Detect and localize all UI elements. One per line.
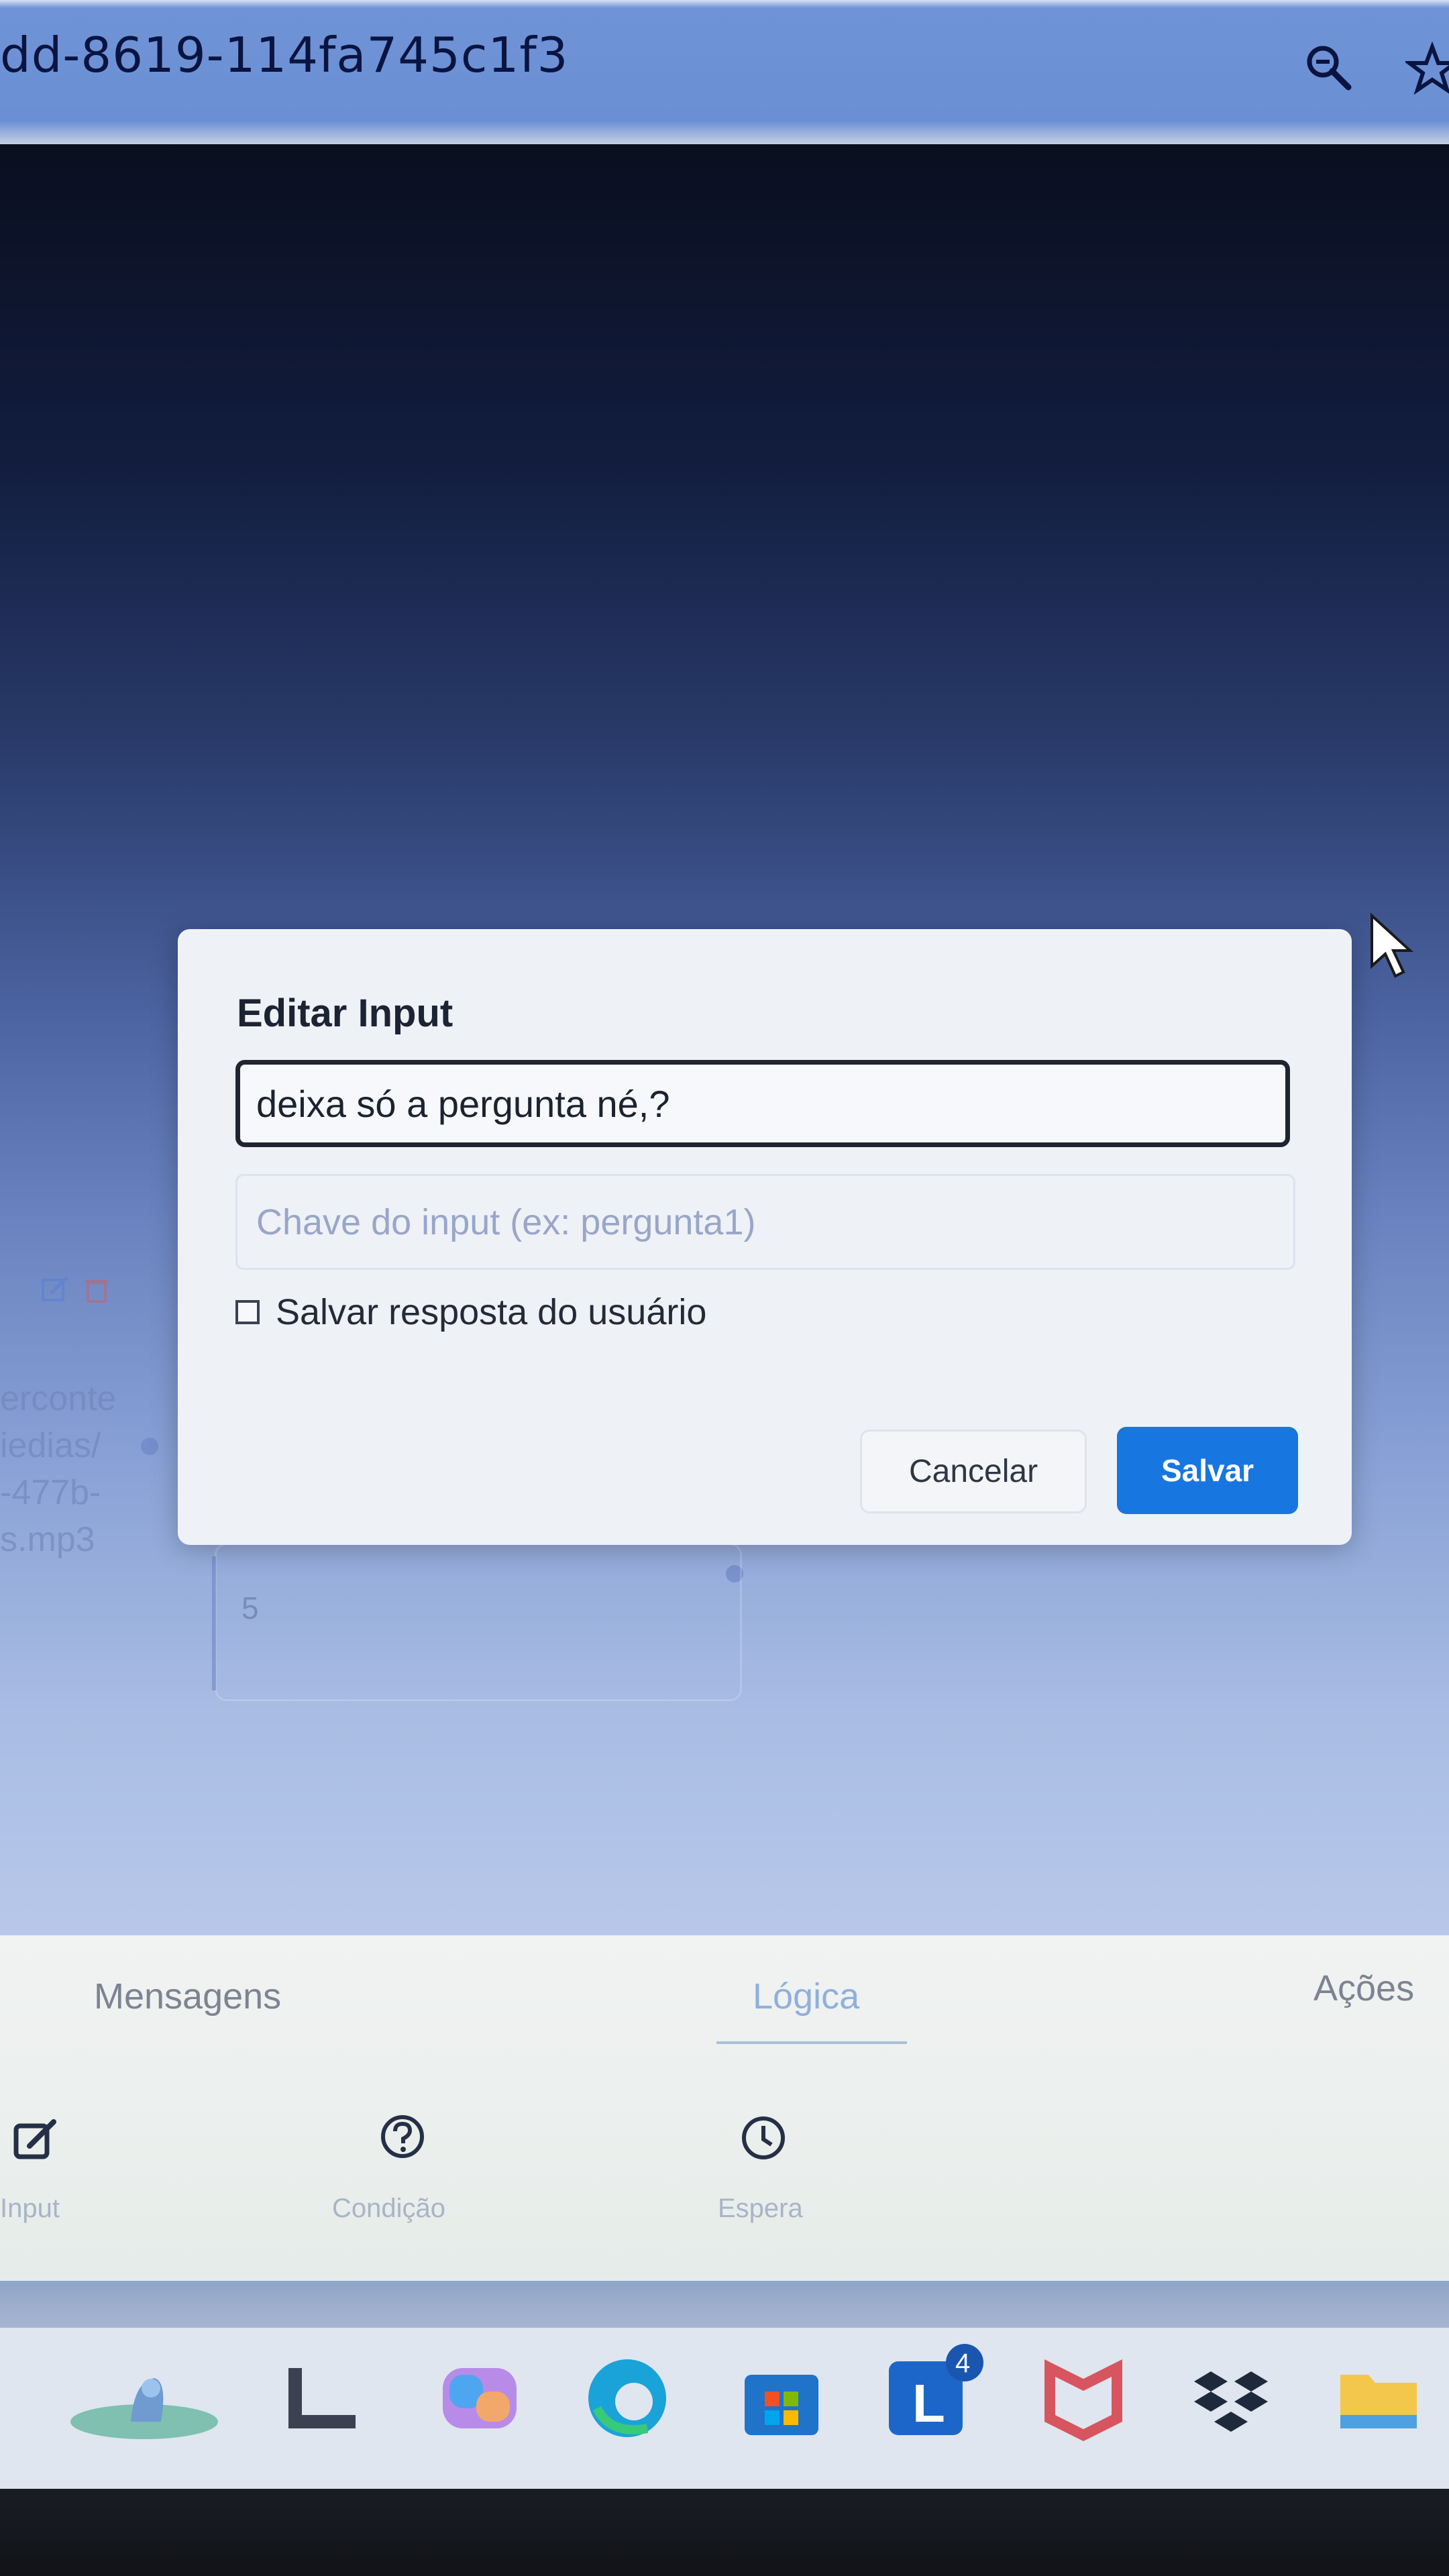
bg-node-accent-bar	[212, 1556, 216, 1690]
monitor-bezel	[0, 2489, 1449, 2576]
tab-acoes[interactable]: Ações	[1313, 1968, 1414, 2009]
mcafee-icon[interactable]	[1040, 2355, 1127, 2442]
clock-icon[interactable]	[740, 2114, 787, 2161]
copilot-icon[interactable]	[436, 2355, 523, 2442]
taskbar-separator	[0, 2281, 1449, 2328]
bg-node-text-line: iedias/	[0, 1426, 101, 1465]
bg-node-text-line: s.mp3	[0, 1520, 95, 1559]
bg-node-text-line: erconte	[0, 1379, 117, 1418]
save-response-row[interactable]: Salvar resposta do usuário	[235, 1291, 706, 1333]
folder-icon[interactable]	[1335, 2355, 1422, 2442]
save-button[interactable]: Salvar	[1117, 1427, 1298, 1514]
edit-input-modal: Editar Input Chave do input (ex: pergunt…	[178, 929, 1352, 1545]
bg-flow-node[interactable]	[215, 1543, 742, 1701]
save-response-checkbox[interactable]	[235, 1300, 260, 1324]
save-response-label[interactable]: Salvar resposta do usuário	[276, 1291, 706, 1333]
cancel-button[interactable]: Cancelar	[860, 1430, 1087, 1513]
app-l-icon[interactable]: L 4	[885, 2341, 986, 2442]
app-badge-count: 4	[955, 2349, 970, 2378]
svg-text:L: L	[912, 2373, 945, 2433]
tab-mensagens[interactable]: Mensagens	[94, 1976, 281, 2017]
widgets-icon[interactable]	[67, 2355, 221, 2442]
bg-node-actions	[40, 1275, 111, 1304]
edit-icon[interactable]	[12, 2116, 59, 2163]
question-icon[interactable]	[379, 2113, 426, 2160]
windows-taskbar: L 4	[0, 2328, 1449, 2489]
tool-label-condicao[interactable]: Condição	[332, 2194, 445, 2224]
input-key-placeholder: Chave do input (ex: pergunta1)	[256, 1201, 756, 1242]
input-key-field[interactable]: Chave do input (ex: pergunta1)	[235, 1174, 1295, 1270]
trash-icon[interactable]	[82, 1275, 111, 1304]
dropbox-icon[interactable]	[1187, 2355, 1275, 2442]
tab-logica[interactable]: Lógica	[753, 1976, 859, 2017]
tool-label-espera[interactable]: Espera	[718, 2194, 803, 2224]
store-icon[interactable]	[738, 2355, 825, 2442]
connector-dot[interactable]	[141, 1438, 158, 1455]
bg-node-text-line: -477b-	[0, 1473, 101, 1512]
node-palette-panel: Mensagens Lógica Ações Input Condição Es…	[0, 1935, 1449, 2281]
mouse-cursor-icon	[1371, 912, 1414, 978]
edge-icon[interactable]	[584, 2355, 671, 2442]
browser-url-bar[interactable]: dd-8619-114fa745c1f3	[0, 0, 1449, 144]
zoom-icon[interactable]	[1301, 40, 1355, 94]
star-icon[interactable]	[1405, 42, 1449, 95]
active-tab-indicator	[716, 2041, 907, 2044]
edit-icon[interactable]	[40, 1275, 70, 1304]
tool-label-input[interactable]: Input	[0, 2194, 60, 2224]
modal-title: Editar Input	[237, 991, 453, 1035]
url-text[interactable]: dd-8619-114fa745c1f3	[0, 27, 568, 83]
bg-node-number: 5	[241, 1591, 259, 1625]
explorer-l-icon[interactable]	[282, 2355, 369, 2442]
question-input[interactable]	[235, 1060, 1290, 1147]
